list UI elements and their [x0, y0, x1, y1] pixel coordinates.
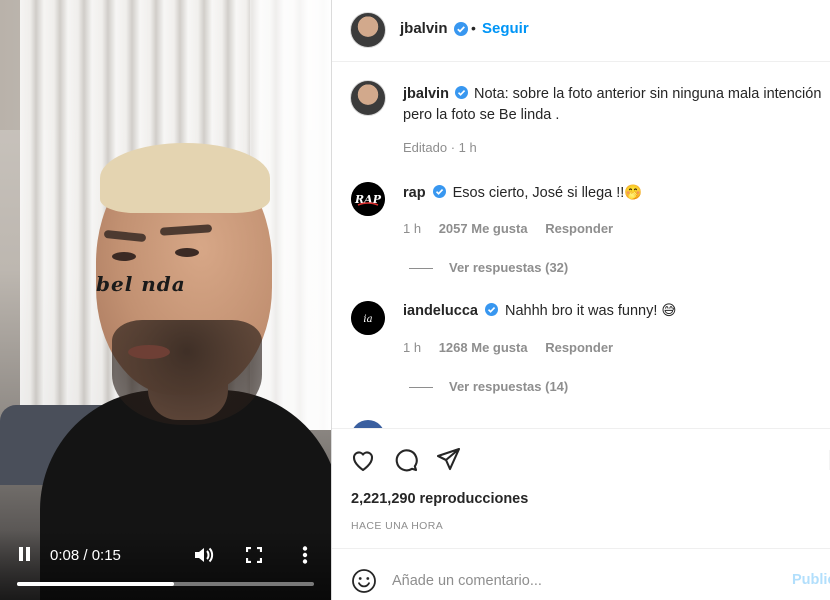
header-separator: • — [471, 20, 476, 36]
comment-text: Esos cierto, José si llega !!🤭 — [452, 185, 643, 201]
reply-button[interactable]: Responder — [545, 340, 613, 355]
emoji-icon[interactable] — [351, 568, 377, 594]
post-header: jbalvin • Seguir — [332, 0, 830, 62]
video-player[interactable]: bel nda — [0, 0, 331, 600]
comment: rap Esos cierto, José si llega !!🤭 — [403, 184, 642, 201]
comment: iandelucca Nahhh bro it was funny! 😅 — [403, 303, 677, 319]
caption-username[interactable]: jbalvin — [403, 86, 449, 102]
caption-meta: Editado · 1 h — [403, 140, 477, 155]
save-icon[interactable] — [826, 447, 830, 473]
comment-likes[interactable]: 2057 Me gusta — [439, 221, 528, 236]
comment-meta: 1 h 1268 Me gusta Responder — [403, 340, 613, 355]
comment-time: 1 h — [403, 221, 422, 236]
post-timestamp: HACE UNA HORA — [351, 520, 444, 532]
play-pause-icon[interactable] — [18, 547, 32, 563]
comment-avatar[interactable]: ia — [351, 301, 385, 335]
video-progress-bar[interactable] — [17, 582, 314, 586]
volume-icon[interactable] — [194, 546, 214, 564]
comment-meta: 1 h 2057 Me gusta Responder — [403, 221, 613, 236]
view-count: 2,221,290 reproducciones — [351, 491, 529, 507]
comment-username[interactable]: rap — [403, 185, 426, 201]
publish-button[interactable]: Publicar — [792, 572, 830, 588]
video-person-beard — [112, 320, 262, 425]
verified-icon — [484, 303, 498, 316]
view-replies-button[interactable]: Ver respuestas (32) — [409, 260, 568, 275]
caption-avatar[interactable] — [350, 80, 386, 116]
verified-icon — [454, 86, 468, 99]
more-vertical-icon[interactable] — [302, 546, 308, 564]
comment-input[interactable] — [392, 570, 772, 592]
video-face-text: bel nda — [96, 272, 186, 296]
video-person-mouth — [128, 345, 170, 359]
comment-likes[interactable]: 1268 Me gusta — [439, 340, 528, 355]
svg-text:ia: ia — [363, 314, 372, 325]
comment-username[interactable]: iandelucca — [403, 303, 478, 319]
fullscreen-icon[interactable] — [245, 546, 263, 564]
comment-avatar[interactable]: RAP — [351, 182, 385, 216]
comment-text: Nahhh bro it was funny! 😅 — [505, 303, 677, 319]
comments-list[interactable]: jbalvin Nota: sobre la foto anterior sin… — [332, 62, 830, 428]
view-replies-label: Ver respuestas (14) — [449, 379, 569, 394]
verified-icon — [432, 185, 446, 198]
comment-icon[interactable] — [393, 447, 419, 473]
caption: jbalvin Nota: sobre la foto anterior sin… — [403, 84, 830, 126]
post-panel: jbalvin • Seguir jbalvin Nota: sobre la … — [331, 0, 830, 600]
share-icon[interactable] — [436, 446, 462, 472]
view-replies-label: Ver respuestas (32) — [449, 260, 569, 275]
video-person-hair — [100, 143, 270, 213]
header-username[interactable]: jbalvin — [400, 20, 448, 37]
video-time: 0:08 / 0:15 — [50, 547, 121, 564]
add-comment-bar: Publicar — [332, 548, 830, 600]
reply-button[interactable]: Responder — [545, 221, 613, 236]
video-progress-fill — [17, 582, 175, 586]
video-person-eye — [112, 252, 136, 261]
post-actions: 2,221,290 reproducciones HACE UNA HORA — [332, 428, 830, 548]
comment-time: 1 h — [403, 340, 422, 355]
avatar[interactable] — [350, 12, 386, 48]
view-replies-button[interactable]: Ver respuestas (14) — [409, 379, 568, 394]
video-controls — [0, 530, 331, 600]
verified-icon — [454, 22, 468, 36]
comment-avatar[interactable] — [351, 420, 385, 428]
heart-icon[interactable] — [350, 447, 376, 473]
video-person-eye — [175, 248, 199, 257]
follow-button[interactable]: Seguir — [482, 20, 529, 37]
